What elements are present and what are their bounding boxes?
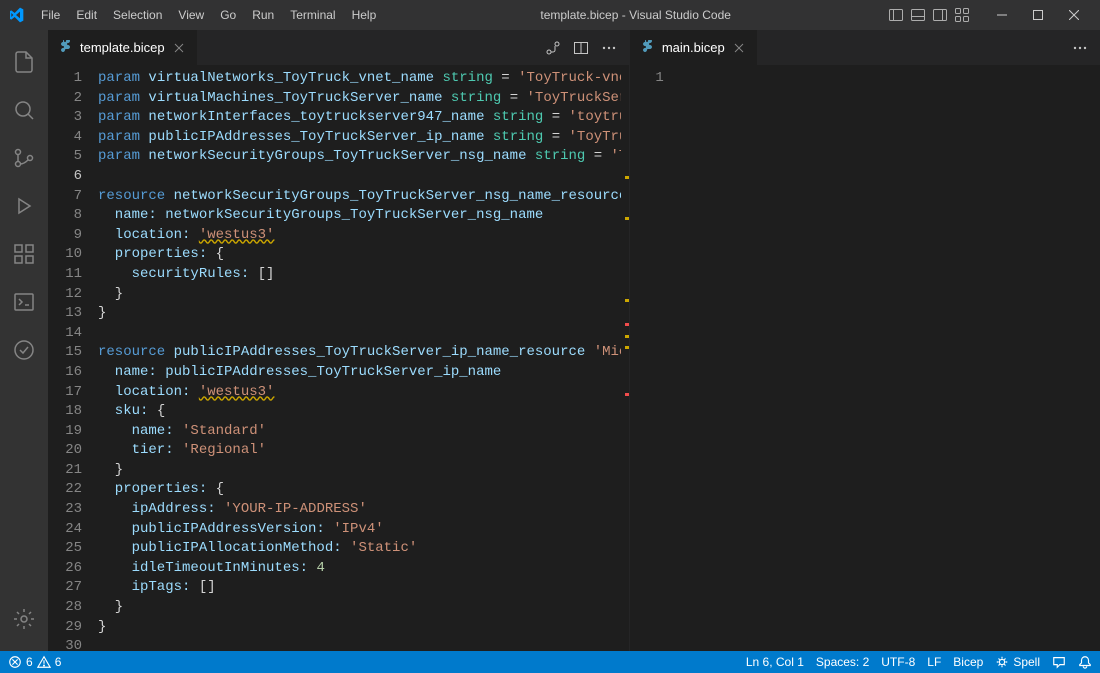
activity-run-debug-icon[interactable] [0, 182, 48, 230]
activity-extensions-icon[interactable] [0, 230, 48, 278]
activity-explorer-icon[interactable] [0, 38, 48, 86]
titlebar: FileEditSelectionViewGoRunTerminalHelp t… [0, 0, 1100, 30]
bicep-file-icon [58, 40, 74, 56]
activity-settings-gear-icon[interactable] [0, 595, 48, 643]
menu-terminal[interactable]: Terminal [283, 5, 342, 25]
bicep-file-icon [640, 40, 656, 56]
statusbar: 6 6 Ln 6, Col 1 Spaces: 2 UTF-8 LF Bicep… [0, 651, 1100, 673]
tabs-right: main.bicep [630, 30, 1100, 65]
editor-right[interactable]: 1 [630, 65, 1100, 651]
status-eol[interactable]: LF [927, 655, 941, 669]
window-title: template.bicep - Visual Studio Code [383, 8, 888, 22]
editor-group-right: main.bicep 1 [630, 30, 1100, 651]
more-actions-icon[interactable] [1070, 38, 1090, 58]
status-spell[interactable]: Spell [995, 655, 1040, 669]
status-encoding[interactable]: UTF-8 [881, 655, 915, 669]
close-window-icon[interactable] [1056, 0, 1092, 30]
layout-customize-icon[interactable] [954, 7, 970, 23]
editor-left[interactable]: 1234567891011121314151617181920212223242… [48, 65, 629, 651]
menu-run[interactable]: Run [245, 5, 281, 25]
tab-label: template.bicep [80, 40, 165, 55]
status-notifications-icon[interactable] [1078, 655, 1092, 669]
status-feedback-icon[interactable] [1052, 655, 1066, 669]
status-cursor-position[interactable]: Ln 6, Col 1 [746, 655, 804, 669]
menu-help[interactable]: Help [345, 5, 384, 25]
activity-source-control-icon[interactable] [0, 134, 48, 182]
status-indent[interactable]: Spaces: 2 [816, 655, 869, 669]
activity-terminal-icon[interactable] [0, 278, 48, 326]
menu-view[interactable]: View [171, 5, 211, 25]
tab-main-bicep[interactable]: main.bicep [630, 30, 758, 65]
error-count: 6 [26, 655, 33, 669]
activity-testing-icon[interactable] [0, 326, 48, 374]
menu-selection[interactable]: Selection [106, 5, 169, 25]
tabs-left: template.bicep [48, 30, 629, 65]
menubar: FileEditSelectionViewGoRunTerminalHelp [34, 5, 383, 25]
menu-go[interactable]: Go [213, 5, 243, 25]
activity-search-icon[interactable] [0, 86, 48, 134]
status-problems[interactable]: 6 6 [8, 655, 61, 669]
minimize-window-icon[interactable] [984, 0, 1020, 30]
activitybar [0, 30, 48, 651]
split-editor-icon[interactable] [571, 38, 591, 58]
titlebar-right [888, 0, 1092, 30]
more-actions-icon[interactable] [599, 38, 619, 58]
status-language[interactable]: Bicep [953, 655, 983, 669]
maximize-window-icon[interactable] [1020, 0, 1056, 30]
layout-sidebar-right-icon[interactable] [932, 7, 948, 23]
close-icon[interactable] [731, 40, 747, 56]
layout-sidebar-left-icon[interactable] [888, 7, 904, 23]
close-icon[interactable] [171, 40, 187, 56]
compare-icon[interactable] [543, 38, 563, 58]
tab-label: main.bicep [662, 40, 725, 55]
menu-file[interactable]: File [34, 5, 67, 25]
editor-group-left: template.bicep 1234567891011121314151617… [48, 30, 630, 651]
vscode-logo-icon [8, 7, 24, 23]
tab-template-bicep[interactable]: template.bicep [48, 30, 198, 65]
menu-edit[interactable]: Edit [69, 5, 104, 25]
layout-panel-icon[interactable] [910, 7, 926, 23]
warning-count: 6 [55, 655, 62, 669]
